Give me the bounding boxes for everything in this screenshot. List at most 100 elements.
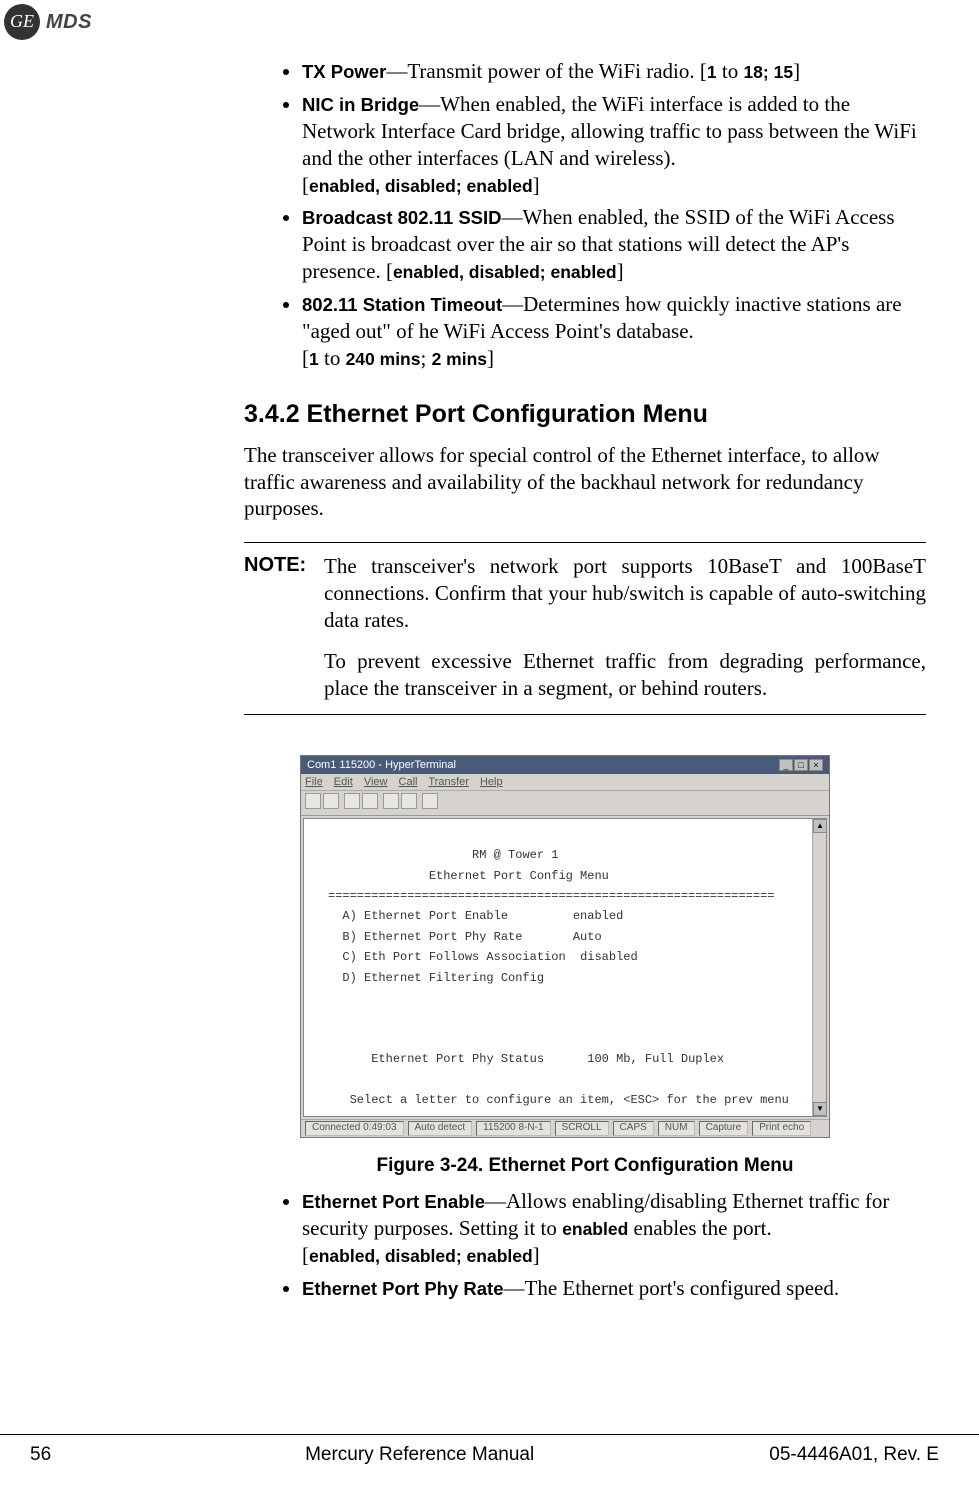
toolbar-icon[interactable] [383,793,399,809]
close-icon[interactable]: × [809,759,823,771]
toolbar-icon[interactable] [422,793,438,809]
range-close: ] [793,59,800,83]
intro-paragraph: The transceiver allows for special contr… [244,442,926,523]
t-rowB-l: B) Ethernet Port Phy Rate [342,930,522,944]
opt-open: [ [302,1243,309,1267]
sb-scroll: SCROLL [555,1121,609,1136]
toolbar-icon[interactable] [323,793,339,809]
toolbar-icon[interactable] [305,793,321,809]
param-options: enabled, disabled; enabled [393,262,617,282]
t-h1: RM @ Tower 1 [472,848,558,862]
sep: — [502,205,523,229]
t-rowD-l: D) Ethernet Filtering Config [342,971,544,985]
terminal-menubar: File Edit View Call Transfer Help [301,774,829,791]
page: GE MDS TX Power—Transmit power of the Wi… [0,0,979,1497]
toolbar-icon[interactable] [344,793,360,809]
bullet-broadcast-ssid: Broadcast 802.11 SSID—When enabled, the … [302,204,926,285]
t-rowA-v: enabled [573,909,623,923]
scrollbar[interactable]: ▲ ▼ [812,819,826,1116]
sb-echo: Print echo [752,1121,811,1136]
ge-logo-icon: GE [4,4,40,40]
page-number: 56 [30,1443,70,1467]
sep: — [419,92,440,116]
scroll-down-icon[interactable]: ▼ [813,1102,827,1116]
r-close: ] [487,346,494,370]
section-heading: 3.4.2 Ethernet Port Configuration Menu [244,398,926,430]
param-label: NIC in Bridge [302,94,419,115]
param-label: TX Power [302,61,386,82]
footer-title: Mercury Reference Manual [305,1443,534,1467]
param-desc-b: ] [617,259,624,283]
menu-file[interactable]: File [305,776,323,788]
scroll-up-icon[interactable]: ▲ [813,819,827,833]
param-desc: Transmit power of the WiFi radio. [ [407,59,707,83]
sb-auto: Auto detect [408,1121,473,1136]
range-mid: to [717,59,744,83]
t-status-l: Ethernet Port Phy Status [371,1052,544,1066]
header-logo: GE MDS [4,4,92,40]
toolbar-icon[interactable] [401,793,417,809]
sep: — [502,292,523,316]
sb-conn: Connected 0:49:03 [305,1121,404,1136]
t-rowC-v: disabled [580,950,638,964]
mds-logo-text: MDS [46,12,92,32]
page-footer: 56 Mercury Reference Manual 05-4446A01, … [0,1434,979,1467]
menu-view[interactable]: View [364,776,388,788]
param-desc: The Ethernet port's configured speed. [525,1276,840,1300]
minimize-icon[interactable]: _ [779,759,793,771]
sb-rate: 115200 8-N-1 [476,1121,550,1136]
sep: — [386,59,407,83]
t-rowB-v: Auto [573,930,602,944]
sep: — [504,1276,525,1300]
kw: enabled [562,1219,628,1239]
r-mid: to [319,346,346,370]
range-low: 1 [707,62,717,82]
t-h2: Ethernet Port Config Menu [429,869,609,883]
param-label: Ethernet Port Enable [302,1191,485,1212]
terminal-body-wrap: RM @ Tower 1 Ethernet Port Config Menu =… [303,818,827,1117]
t-status-v: 100 Mb, Full Duplex [587,1052,724,1066]
bullet-station-timeout: 802.11 Station Timeout—Determines how qu… [302,291,926,372]
param-options: enabled, disabled; enabled [309,1246,533,1266]
terminal-window: Com1 115200 - HyperTerminal _□× File Edi… [300,755,830,1139]
note-p1: The transceiver's network port supports … [324,553,926,634]
maximize-icon[interactable]: □ [794,759,808,771]
note-label: NOTE: [244,553,314,701]
menu-call[interactable]: Call [399,776,418,788]
menu-edit[interactable]: Edit [334,776,353,788]
d2: enables the port. [628,1216,771,1240]
figure-caption: Figure 3-24. Ethernet Port Configuration… [244,1154,926,1178]
note-body: The transceiver's network port supports … [324,553,926,701]
bullet-list-bottom: Ethernet Port Enable—Allows enabling/dis… [244,1188,926,1302]
range-high: 18; 15 [743,62,793,82]
menu-transfer[interactable]: Transfer [428,776,469,788]
param-options: enabled, disabled; enabled [309,176,533,196]
toolbar-icon[interactable] [362,793,378,809]
t-div: ========================================… [328,889,774,903]
terminal-titlebar: Com1 115200 - HyperTerminal _□× [301,756,829,774]
footer-doc-id: 05-4446A01, Rev. E [769,1443,939,1467]
opt-open: [ [302,173,309,197]
terminal-body[interactable]: RM @ Tower 1 Ethernet Port Config Menu =… [304,819,826,1116]
bullet-list-top: TX Power—Transmit power of the WiFi radi… [244,58,926,372]
bullet-nic-bridge: NIC in Bridge—When enabled, the WiFi int… [302,91,926,199]
r-c: 2 mins [432,349,487,369]
r-semi: ; [420,346,431,370]
terminal-screenshot: Com1 115200 - HyperTerminal _□× File Edi… [300,755,830,1139]
sep: — [485,1189,506,1213]
sb-num: NUM [658,1121,695,1136]
t-prompt: Select a letter to configure an item, <E… [350,1093,789,1107]
t-rowA-l: A) Ethernet Port Enable [342,909,508,923]
opt-close: ] [533,1243,540,1267]
sb-caps: CAPS [613,1121,654,1136]
sb-cap: Capture [699,1121,749,1136]
opt-close: ] [533,173,540,197]
terminal-title: Com1 115200 - HyperTerminal [307,758,456,772]
content-column: TX Power—Transmit power of the WiFi radi… [244,58,926,1308]
bullet-eth-phy-rate: Ethernet Port Phy Rate—The Ethernet port… [302,1275,926,1302]
note-row: NOTE: The transceiver's network port sup… [244,553,926,701]
bullet-tx-power: TX Power—Transmit power of the WiFi radi… [302,58,926,85]
menu-help[interactable]: Help [480,776,503,788]
bullet-eth-enable: Ethernet Port Enable—Allows enabling/dis… [302,1188,926,1269]
param-label: Broadcast 802.11 SSID [302,207,502,228]
